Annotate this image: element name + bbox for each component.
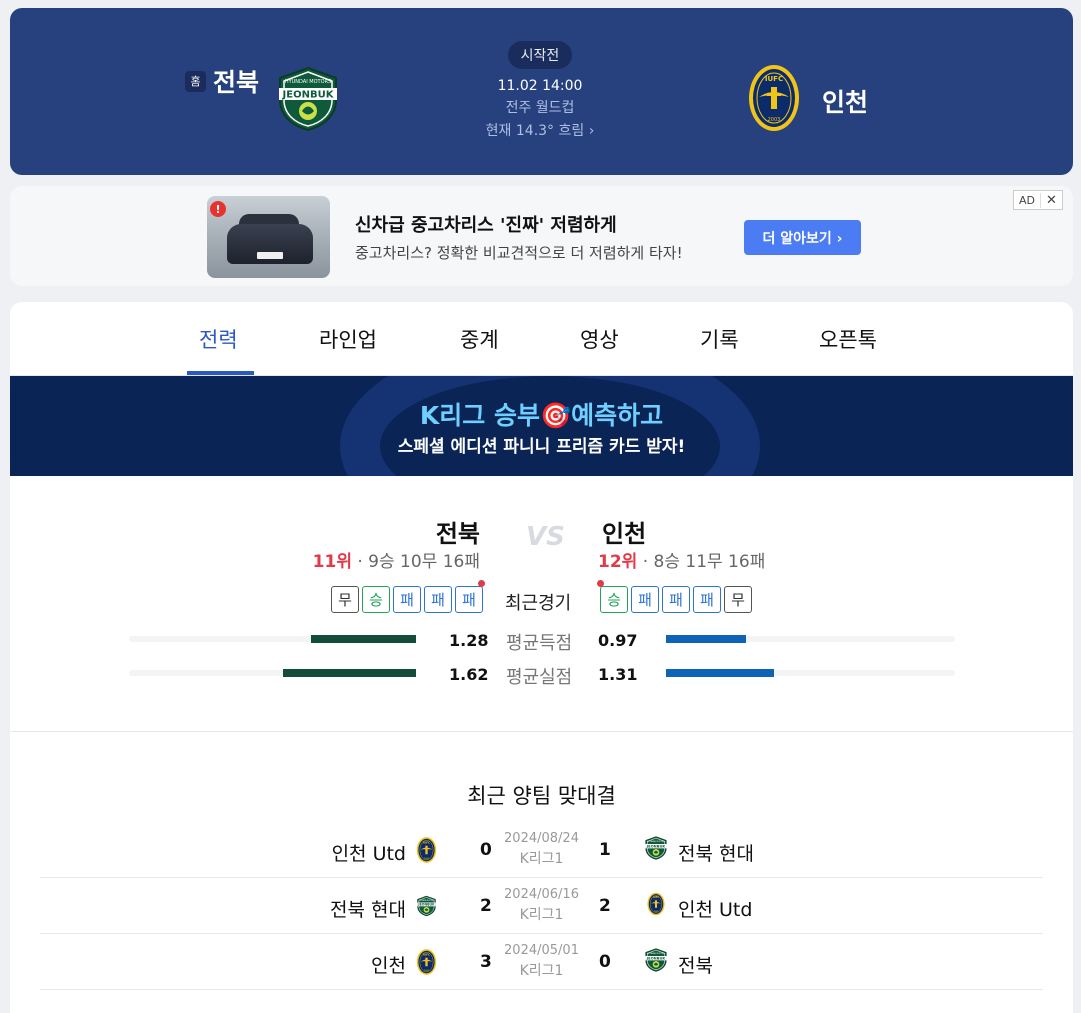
incheon-logo-icon <box>644 892 668 916</box>
match-header: 홈 전북 시작전 11.02 14:00 전주 월드컵 현재 14.3° 흐림 … <box>10 8 1073 175</box>
weather-link[interactable]: 현재 14.3° 흐림 › <box>440 120 640 140</box>
avg-goals-label: 평균득점 <box>506 633 573 654</box>
jeonbuk-logo-icon <box>644 836 668 860</box>
home-avg-goals: 1.28 <box>449 631 489 650</box>
tab-video[interactable]: 영상 <box>580 324 619 354</box>
tab-strength[interactable]: 전력 <box>199 324 238 354</box>
incheon-logo-icon <box>416 836 437 864</box>
away-form-result: 무 <box>724 586 752 613</box>
avg-conceded-label: 평균실점 <box>506 667 573 688</box>
active-tab-indicator <box>187 371 254 375</box>
h2h-away-team[interactable]: 인천 Utd <box>678 895 752 922</box>
home-form-result: 패 <box>393 586 421 613</box>
section-divider <box>10 731 1073 732</box>
home-team-name[interactable]: 전북 <box>436 514 480 549</box>
tab-bar: 전력 라인업 중계 영상 기록 오픈톡 <box>10 302 1073 376</box>
head-to-head-title: 최근 양팀 맞대결 <box>467 784 616 808</box>
stadium-name: 전주 월드컵 <box>505 100 575 116</box>
home-form-result: 패 <box>424 586 452 613</box>
away-team-name[interactable]: 인천 <box>602 514 646 549</box>
close-icon[interactable]: ✕ <box>1040 192 1062 208</box>
tab-lineup[interactable]: 라인업 <box>319 324 377 354</box>
ad-learn-more-button[interactable]: 더 알아보기 › <box>744 220 861 255</box>
h2h-date: 2024/05/01 <box>504 943 579 958</box>
away-form-result: 승 <box>600 586 628 613</box>
car-plate <box>257 252 283 259</box>
away-team-name[interactable]: 인천 <box>822 83 868 119</box>
kickoff-time: 11.02 14:00 <box>497 78 583 94</box>
tab-records[interactable]: 기록 <box>700 324 739 354</box>
home-form-result: 승 <box>362 586 390 613</box>
h2h-home-score: 2 <box>480 896 492 916</box>
h2h-competition: K리그1 <box>519 907 564 923</box>
promo-headline: K리그 승부🎯예측하고 <box>419 401 664 430</box>
h2h-competition: K리그1 <box>519 851 564 867</box>
home-form-result: 패 <box>455 586 483 613</box>
tab-open-talk[interactable]: 오픈톡 <box>819 324 877 354</box>
jeonbuk-logo-icon[interactable] <box>275 66 341 132</box>
home-record-text: · 9승 10무 16패 <box>351 552 480 572</box>
home-goals-bar <box>311 635 416 643</box>
promo-banner[interactable]: K리그 승부🎯예측하고 스페셜 에디션 파니니 프리즘 카드 받자! <box>10 376 1073 476</box>
away-form-dot <box>597 580 604 587</box>
h2h-date: 2024/08/24 <box>504 831 579 846</box>
away-record: 12위 · 8승 11무 16패 <box>598 547 765 572</box>
incheon-logo-icon <box>416 948 437 976</box>
incheon-logo-icon[interactable] <box>747 63 801 133</box>
home-conceded-bar <box>283 669 416 677</box>
recent-games-label: 최근경기 <box>505 593 572 614</box>
table-row[interactable]: 인천 3 2024/05/01 K리그1 0 전북 <box>40 934 1043 990</box>
ad-description[interactable]: 중고차리스? 정확한 비교견적으로 더 저렴하게 타자! <box>355 242 683 263</box>
home-team[interactable]: 홈 전북 <box>185 63 259 99</box>
h2h-home-team[interactable]: 인천 <box>371 951 406 978</box>
home-form-result: 무 <box>331 586 359 613</box>
jeonbuk-logo-icon <box>416 892 437 920</box>
h2h-home-score: 0 <box>480 840 492 860</box>
away-record-text: · 8승 11무 16패 <box>637 552 766 572</box>
away-form-result: 패 <box>693 586 721 613</box>
ad-car-image[interactable]: ! <box>207 196 330 278</box>
h2h-home-team[interactable]: 인천 Utd <box>332 839 406 866</box>
away-goals-bar <box>666 635 746 643</box>
tab-broadcast[interactable]: 중계 <box>460 324 499 354</box>
away-form-result: 패 <box>662 586 690 613</box>
h2h-home-team[interactable]: 전북 현대 <box>330 895 406 922</box>
home-form-dot <box>478 580 485 587</box>
table-row[interactable]: 전북 현대 2 2024/06/16 K리그1 2 인천 Utd <box>40 878 1043 934</box>
h2h-away-team[interactable]: 전북 현대 <box>678 839 754 866</box>
vs-label: VS <box>526 522 565 552</box>
home-record: 11위 · 9승 10무 16패 <box>313 547 480 572</box>
h2h-date: 2024/06/16 <box>504 887 579 902</box>
away-conceded-bar <box>666 669 774 677</box>
table-row[interactable]: 인천 Utd 0 2024/08/24 K리그1 1 전북 현대 <box>40 822 1043 878</box>
home-team-name[interactable]: 전북 <box>213 63 259 99</box>
h2h-away-score: 0 <box>599 952 611 972</box>
h2h-away-score: 2 <box>599 896 611 916</box>
home-avg-conceded: 1.62 <box>449 665 489 684</box>
away-avg-conceded: 1.31 <box>598 665 638 684</box>
away-form-result: 패 <box>631 586 659 613</box>
match-info: 시작전 11.02 14:00 전주 월드컵 현재 14.3° 흐림 › <box>440 41 640 140</box>
match-status-badge: 시작전 <box>507 41 573 69</box>
h2h-competition: K리그1 <box>519 963 564 979</box>
away-avg-goals: 0.97 <box>598 631 638 650</box>
home-rank: 11위 <box>312 552 352 572</box>
match-detail-card: 전력 라인업 중계 영상 기록 오픈톡 K리그 승부🎯예측하고 스페셜 에디션 … <box>10 302 1073 1013</box>
ad-tag[interactable]: AD ✕ <box>1013 190 1063 210</box>
ad-label: AD <box>1019 193 1035 207</box>
promo-subline: 스페셜 에디션 파니니 프리즘 카드 받자! <box>397 437 686 457</box>
home-recent-form: 무승패패패 <box>331 586 483 613</box>
jeonbuk-logo-icon <box>644 948 668 972</box>
h2h-away-team[interactable]: 전북 <box>678 951 713 978</box>
h2h-away-score: 1 <box>599 840 611 860</box>
away-recent-form: 승패패패무 <box>600 586 752 613</box>
h2h-home-score: 3 <box>480 952 492 972</box>
away-rank: 12위 <box>598 552 638 572</box>
ad-title[interactable]: 신차급 중고차리스 '진짜' 저렴하게 <box>355 211 617 237</box>
home-badge: 홈 <box>185 70 206 92</box>
alert-icon: ! <box>210 201 226 217</box>
ad-banner[interactable]: ! 신차급 중고차리스 '진짜' 저렴하게 중고차리스? 정확한 비교견적으로 … <box>10 186 1073 286</box>
